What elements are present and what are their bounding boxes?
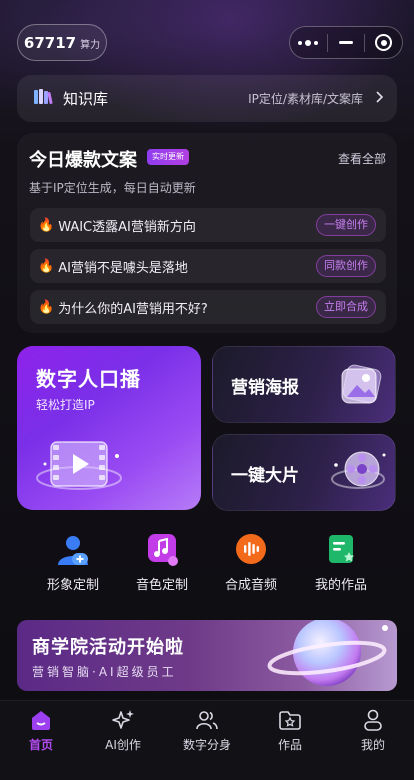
mini-program-capsule — [289, 26, 403, 59]
tab-ai-create-label: AI创作 — [105, 738, 141, 752]
digital-human-title: 数字人口播 — [36, 367, 141, 391]
home-icon — [29, 708, 53, 732]
synthesize-audio-label: 合成音频 — [224, 578, 277, 593]
realtime-badge: 实时更新 — [147, 149, 189, 165]
close-target-icon[interactable] — [365, 27, 402, 58]
knowledge-base-title: 知识库 — [63, 90, 109, 108]
person-icon — [361, 708, 385, 732]
my-works-action[interactable]: 我的作品 — [301, 533, 381, 593]
hot-copy-title: 今日爆款文案 — [29, 150, 137, 171]
synthesize-audio-action[interactable]: 合成音频 — [211, 533, 291, 593]
more-dots-icon[interactable] — [290, 27, 327, 58]
voice-custom-action[interactable]: 音色定制 — [122, 533, 202, 593]
knowledge-base-subtitle: IP定位/素材库/文案库 — [248, 92, 363, 106]
hot-copy-card: 今日爆款文案 实时更新 查看全部 基于IP定位生成，每日自动更新 🔥 WAIC透… — [17, 133, 397, 333]
points-unit: 算力 — [80, 40, 101, 51]
digital-human-tile[interactable]: 数字人口播 轻松打造IP — [17, 346, 201, 510]
hot-copy-item[interactable]: 🔥 为什么你的AI营销用不好? 立即合成 — [30, 290, 386, 324]
minimize-icon[interactable] — [328, 27, 365, 58]
knowledge-base-bar[interactable]: 知识库 IP定位/素材库/文案库 — [17, 75, 397, 122]
film-play-icon — [33, 434, 133, 504]
one-click-video-title: 一键大片 — [231, 466, 299, 486]
view-all-link[interactable]: 查看全部 — [338, 150, 386, 167]
marketing-poster-title: 营销海报 — [231, 378, 299, 398]
hot-copy-text: AI营销不是噱头是落地 — [58, 260, 188, 276]
books-icon — [33, 88, 53, 110]
folder-star-icon — [278, 708, 302, 732]
tab-digital-twin[interactable]: 数字分身 — [172, 708, 242, 753]
avatar-add-icon — [56, 533, 90, 567]
my-works-label: 我的作品 — [314, 578, 367, 593]
hot-copy-item[interactable]: 🔥 AI营销不是噱头是落地 同款创作 — [30, 249, 386, 283]
bottom-tab-bar: 首页 AI创作 数字分身 作品 我的 — [0, 700, 414, 780]
synthesize-now-button[interactable]: 立即合成 — [316, 296, 376, 318]
tab-home[interactable]: 首页 — [6, 708, 76, 753]
app-screen: 67717 算力 知识库 IP定位/素材库/文案库 今日爆款文案 实时更新 查看… — [0, 0, 414, 780]
tab-works[interactable]: 作品 — [255, 708, 325, 753]
banner-subtitle: 营销智脑·AI超级员工 — [32, 665, 177, 679]
users-icon — [195, 708, 219, 732]
same-style-create-button[interactable]: 同款创作 — [316, 255, 376, 277]
chevron-right-icon — [375, 90, 384, 107]
fire-icon: 🔥 — [38, 217, 55, 233]
points-balance[interactable]: 67717 算力 — [17, 24, 107, 61]
tab-mine[interactable]: 我的 — [338, 708, 408, 753]
hot-copy-text: WAIC透露AI营销新方向 — [58, 219, 196, 235]
hot-copy-text: 为什么你的AI营销用不好? — [58, 301, 208, 317]
planet-icon — [267, 620, 397, 691]
audio-wave-icon — [234, 533, 268, 567]
one-click-video-tile[interactable]: 一键大片 — [212, 434, 396, 511]
digital-human-subtitle: 轻松打造IP — [36, 398, 95, 412]
film-reel-icon — [328, 445, 390, 507]
sparkle-icon — [111, 708, 135, 732]
banner-title: 商学院活动开始啦 — [32, 637, 184, 658]
hot-copy-item[interactable]: 🔥 WAIC透露AI营销新方向 一键创作 — [30, 208, 386, 242]
marketing-poster-tile[interactable]: 营销海报 — [212, 346, 396, 423]
business-school-banner[interactable]: 商学院活动开始啦 营销智脑·AI超级员工 — [17, 620, 397, 691]
tab-works-label: 作品 — [277, 738, 302, 752]
works-list-icon — [324, 533, 358, 567]
tab-mine-label: 我的 — [360, 738, 385, 752]
voice-custom-label: 音色定制 — [135, 578, 188, 593]
hot-copy-description: 基于IP定位生成，每日自动更新 — [29, 181, 196, 195]
music-note-icon — [145, 533, 179, 567]
image-card-icon — [335, 359, 387, 415]
tab-home-label: 首页 — [28, 738, 53, 752]
points-value: 67717 — [23, 33, 77, 52]
tab-digital-twin-label: 数字分身 — [182, 738, 231, 752]
create-now-button[interactable]: 一键创作 — [316, 214, 376, 236]
tab-ai-create[interactable]: AI创作 — [88, 708, 158, 753]
fire-icon: 🔥 — [38, 299, 55, 315]
avatar-custom-action[interactable]: 形象定制 — [33, 533, 113, 593]
fire-icon: 🔥 — [38, 258, 55, 274]
avatar-custom-label: 形象定制 — [46, 578, 99, 593]
